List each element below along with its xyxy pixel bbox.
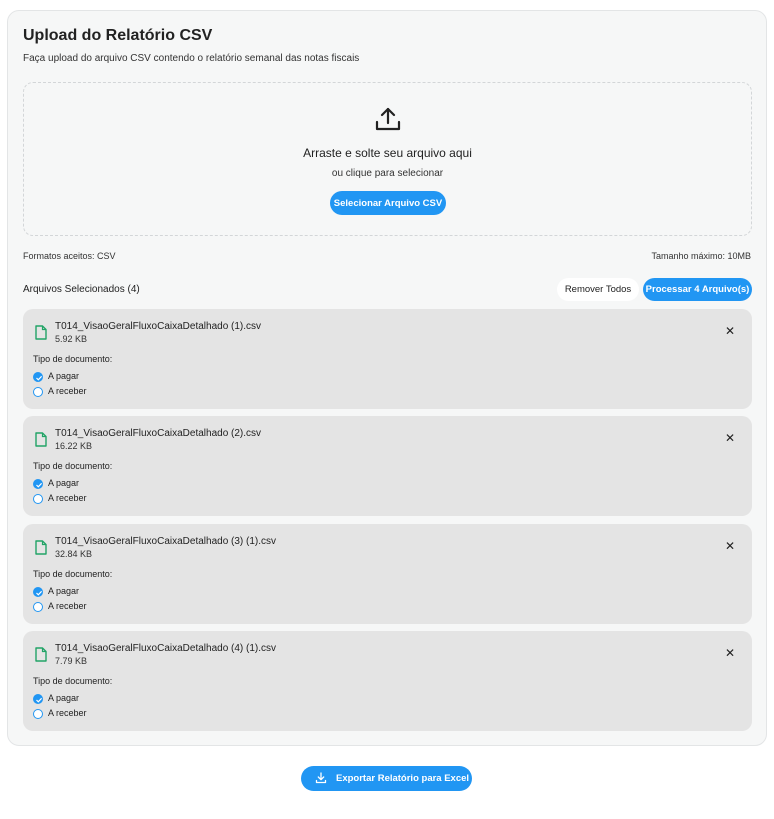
radio-label: A pagar	[48, 586, 80, 596]
radio-checked[interactable]	[33, 479, 43, 489]
max-file-size: Tamanho máximo: 10MB	[651, 251, 751, 261]
process-files-button[interactable]: Processar 4 Arquivo(s)	[643, 278, 752, 301]
file-dropzone[interactable]: Arraste e solte seu arquivo aqui ou cliq…	[23, 82, 752, 236]
radio-label: A pagar	[48, 478, 80, 488]
file-name: T014_VisaoGeralFluxoCaixaDetalhado (2).c…	[55, 428, 262, 439]
close-icon[interactable]: ✕	[723, 539, 737, 553]
file-card: T014_VisaoGeralFluxoCaixaDetalhado (1).c…	[23, 309, 752, 409]
file-name: T014_VisaoGeralFluxoCaixaDetalhado (4) (…	[55, 643, 277, 654]
file-card: T014_VisaoGeralFluxoCaixaDetalhado (2).c…	[23, 416, 752, 516]
dropzone-subtitle: ou clique para selecionar	[331, 168, 444, 179]
file-size: 16.22 KB	[55, 441, 93, 451]
file-icon	[35, 647, 47, 662]
radio-checked[interactable]	[33, 587, 43, 597]
file-icon	[35, 540, 47, 555]
radio-label: A pagar	[48, 693, 80, 703]
radio-label: A receber	[48, 601, 87, 611]
selected-files-heading: Arquivos Selecionados (4)	[23, 284, 140, 295]
file-name: T014_VisaoGeralFluxoCaixaDetalhado (3) (…	[55, 536, 277, 547]
close-icon[interactable]: ✕	[723, 431, 737, 445]
radio-unchecked[interactable]	[33, 387, 43, 397]
radio-checked[interactable]	[33, 372, 43, 382]
upload-panel: Upload do Relatório CSV Faça upload do a…	[7, 10, 767, 746]
radio-unchecked[interactable]	[33, 602, 43, 612]
radio-unchecked[interactable]	[33, 709, 43, 719]
file-name: T014_VisaoGeralFluxoCaixaDetalhado (1).c…	[55, 321, 262, 332]
select-file-button[interactable]: Selecionar Arquivo CSV	[330, 191, 446, 215]
file-icon	[35, 325, 47, 340]
file-icon	[35, 432, 47, 447]
file-size: 5.92 KB	[55, 334, 88, 344]
doc-type-label: Tipo de documento:	[33, 569, 113, 579]
download-icon	[315, 772, 327, 784]
radio-unchecked[interactable]	[33, 494, 43, 504]
export-excel-button[interactable]: Exportar Relatório para Excel	[301, 766, 472, 791]
close-icon[interactable]: ✕	[723, 324, 737, 338]
file-size: 7.79 KB	[55, 656, 88, 666]
page-title: Upload do Relatório CSV	[23, 27, 213, 44]
radio-label: A receber	[48, 708, 87, 718]
page-subtitle: Faça upload do arquivo CSV contendo o re…	[23, 53, 360, 64]
radio-label: A receber	[48, 493, 87, 503]
accepted-formats: Formatos aceitos: CSV	[23, 251, 116, 261]
radio-label: A receber	[48, 386, 87, 396]
file-card: T014_VisaoGeralFluxoCaixaDetalhado (4) (…	[23, 631, 752, 731]
doc-type-label: Tipo de documento:	[33, 461, 113, 471]
radio-label: A pagar	[48, 371, 80, 381]
close-icon[interactable]: ✕	[723, 646, 737, 660]
remove-all-button[interactable]: Remover Todos	[557, 278, 639, 301]
radio-checked[interactable]	[33, 694, 43, 704]
upload-icon	[375, 107, 401, 131]
file-size: 32.84 KB	[55, 549, 93, 559]
doc-type-label: Tipo de documento:	[33, 354, 113, 364]
doc-type-label: Tipo de documento:	[33, 676, 113, 686]
export-label: Exportar Relatório para Excel	[336, 773, 470, 784]
dropzone-title: Arraste e solte seu arquivo aqui	[303, 146, 472, 160]
file-card: T014_VisaoGeralFluxoCaixaDetalhado (3) (…	[23, 524, 752, 624]
